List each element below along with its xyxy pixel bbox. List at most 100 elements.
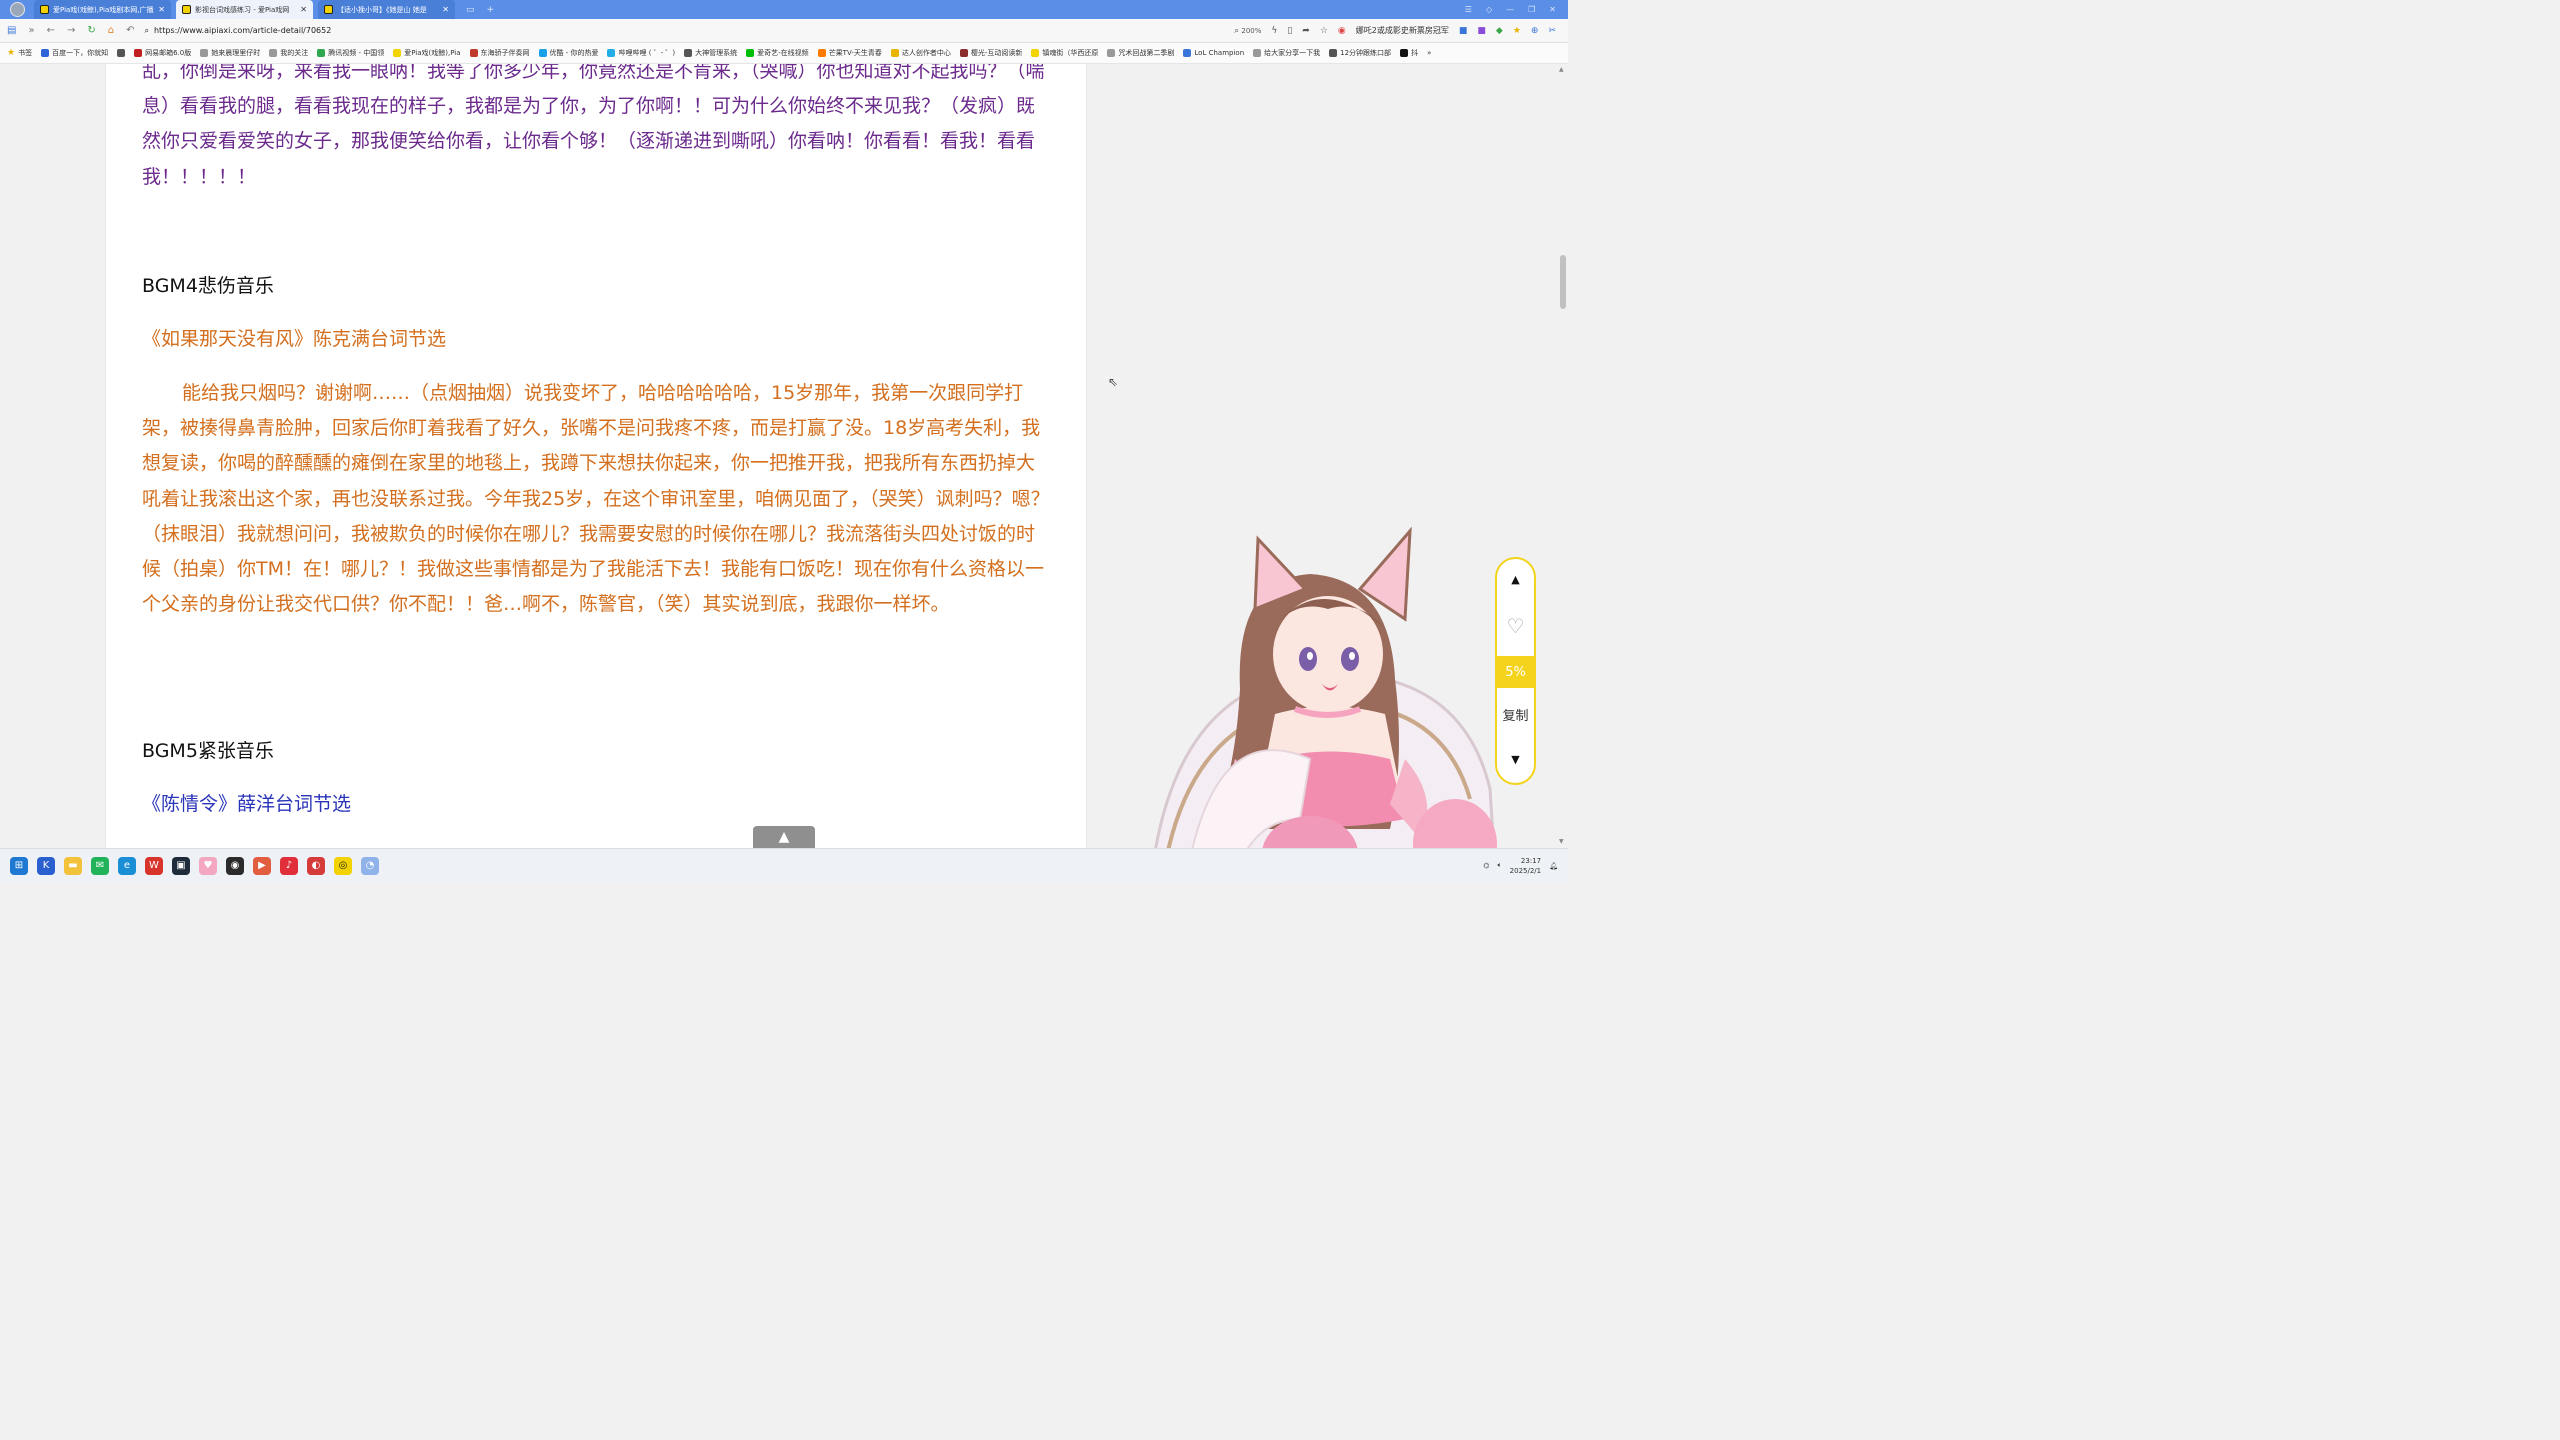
bookmark-item[interactable]: 爱奇艺-在线视频 (746, 48, 809, 58)
url-field[interactable]: ⌕ https://www.aipiaxi.com/article-detail… (145, 26, 332, 36)
like-heart-icon[interactable]: ♡ (1497, 614, 1534, 638)
expand-icon[interactable]: » (28, 25, 34, 36)
download-icon[interactable]: ⊕ (1531, 26, 1539, 36)
weibo-icon[interactable]: ◉ (1338, 26, 1346, 36)
home-icon[interactable]: ⌂ (108, 25, 114, 36)
pet-app-icon[interactable]: ♥ (199, 856, 217, 875)
lightning-icon[interactable]: ϟ (1271, 26, 1277, 36)
page-icon (1031, 49, 1040, 57)
bookmark-item[interactable]: 网易邮箱6.0版 (134, 48, 191, 58)
terminal-icon[interactable]: ▣ (172, 856, 190, 875)
bookmark-item[interactable]: 优酷 - 你的热爱 (538, 48, 598, 58)
back-icon[interactable]: ← (47, 25, 55, 36)
address-bar: ▤ » ← → ↻ ⌂ ↶ ⌕ https://www.aipiaxi.com/… (0, 19, 1568, 43)
reading-icon (959, 49, 968, 57)
collections-star-icon[interactable]: ★ (1513, 26, 1521, 36)
tab-title: 影视台词戏感练习 - 爱Pia戏网 (195, 5, 290, 14)
forward-icon[interactable]: → (67, 25, 75, 36)
edge-browser-icon[interactable]: e (118, 856, 136, 875)
bookmark-item[interactable]: 芒果TV-天生青春 (817, 48, 882, 58)
favorite-star-icon[interactable]: ☆ (1320, 26, 1328, 36)
notification-bell-icon[interactable]: 🔔︎ (1549, 862, 1558, 870)
bookmark-item[interactable]: 爱Pia戏(戏鲸),Pia (393, 48, 461, 58)
close-tab-icon[interactable]: ✕ (442, 5, 449, 14)
copy-button[interactable]: 复制 (1497, 705, 1534, 724)
new-tab-button[interactable]: + (481, 0, 501, 19)
scroll-arrow-down-icon[interactable]: ▼ (1559, 838, 1564, 845)
bookmark-item[interactable]: ★ 书签 (7, 48, 32, 58)
bookmark-item[interactable]: 12分钟跟练口部 (1329, 48, 1391, 58)
bookmark-item[interactable]: 抖 (1400, 48, 1418, 58)
bookmark-item[interactable]: 达人创作者中心 (890, 48, 951, 58)
mango-tv-icon (817, 49, 826, 57)
reader-mode-icon[interactable]: ▯ (1287, 26, 1292, 36)
aipiaxi-icon (393, 49, 402, 57)
close-window-icon[interactable]: ✕ (1549, 5, 1556, 14)
kugou-icon[interactable]: K (37, 856, 55, 875)
bookmark-item[interactable]: 东海骄子伴奏网 (469, 48, 530, 58)
netease-music-icon[interactable]: ♪ (280, 856, 298, 875)
scroll-down-button[interactable]: ▼ (1497, 753, 1534, 766)
translate-extension-icon[interactable]: ■ (1459, 26, 1468, 36)
bookmarks-overflow-icon[interactable]: » (1427, 49, 1431, 57)
bookmark-item[interactable]: 大神管理系统 (684, 48, 737, 58)
vertical-scrollbar[interactable]: ▲ ▼ (1558, 64, 1568, 848)
windows-start-icon[interactable]: ⊞ (10, 856, 28, 875)
sidebar-toggle-icon[interactable]: ▤ (7, 25, 16, 36)
skin-icon[interactable]: ◇ (1486, 5, 1492, 14)
windows-taskbar: ⊞ K ▬ ✉ e W ▣ ♥ ◉ ▶ ♪ ◐ ◎ ◔ ⌬ 🔈︎ 23:17 2… (0, 848, 1568, 882)
scroll-arrow-up-icon[interactable]: ▲ (1559, 66, 1564, 73)
minimize-icon[interactable]: — (1506, 5, 1514, 14)
close-tab-icon[interactable]: ✕ (300, 5, 307, 14)
lol-icon (1183, 49, 1192, 57)
iqiyi-icon (746, 49, 755, 57)
video-app-icon[interactable]: ▶ (253, 856, 271, 875)
browser-taskbar-icon[interactable]: ◔ (361, 856, 379, 875)
tab-1[interactable]: 爱Pia戏(戏鲸),Pia戏剧本网,广播剧 ✕ (34, 0, 171, 19)
tools-icon[interactable]: ✂ (1548, 26, 1556, 36)
close-tab-icon[interactable]: ✕ (158, 5, 165, 14)
bookmark-item[interactable]: 镇魂街（华西还原 (1031, 48, 1098, 58)
puzzle-extension-icon[interactable]: ◆ (1496, 26, 1503, 36)
mouse-cursor-icon: ⇖ (1108, 375, 1119, 389)
refresh-icon[interactable]: ↻ (87, 25, 95, 36)
menu-icon[interactable]: ☰ (1465, 5, 1472, 14)
bookmark-item[interactable]: 给大家分享一下我 (1253, 48, 1320, 58)
profile-avatar[interactable] (0, 0, 34, 19)
bookmark-item[interactable]: 我的关注 (269, 48, 308, 58)
bookmark-item[interactable]: 樱光-互动阅读新 (959, 48, 1022, 58)
bookmark-item[interactable]: LoL Champion (1183, 49, 1244, 57)
bookmark-item[interactable]: 她来晨理里仔时 (200, 48, 260, 58)
tab-3[interactable]: 【适小挽小哥】《她是山 她是 ✕ (318, 0, 455, 19)
bookmark-item[interactable]: 咒术回战第二季剧 (1107, 48, 1174, 58)
scrollbar-thumb[interactable] (1560, 255, 1566, 309)
bookmark-item[interactable]: 哔哩哔哩 ( ゜- ゜) (607, 48, 675, 58)
system-clock[interactable]: 23:17 2025/2/1 (1510, 856, 1541, 876)
game-app-icon[interactable]: ◉ (226, 856, 244, 875)
undo-close-icon[interactable]: ↶ (126, 25, 134, 36)
file-explorer-icon[interactable]: ▬ (64, 856, 82, 875)
news-ticker[interactable]: 娜吒2或成影史新票房冠军 (1356, 25, 1449, 36)
page-viewport: 乱，你倒是来呀，来看我一眼呐！我等了你多少年，你竟然还是不肯来，（哭喊）你也知道… (0, 64, 1568, 848)
wps-icon[interactable]: W (145, 856, 163, 875)
bookmark-item[interactable]: 百度一下，你就知 (41, 48, 108, 58)
intro-paragraph: 乱，你倒是来呀，来看我一眼呐！我等了你多少年，你竟然还是不肯来，（哭喊）你也知道… (142, 64, 1045, 188)
network-icon[interactable]: ⌬ (1483, 862, 1489, 870)
share-icon[interactable]: ➦ (1302, 26, 1310, 36)
globe-icon (1329, 49, 1338, 57)
tab-list-icon[interactable]: ▭ (460, 0, 481, 19)
live-app-icon[interactable]: ◐ (307, 856, 325, 875)
tab-2-active[interactable]: 影视台词戏感练习 - 爱Pia戏网 ✕ (176, 0, 313, 19)
zoom-indicator[interactable]: ⌕ 200% (1234, 26, 1261, 36)
wechat-icon[interactable]: ✉ (91, 856, 109, 875)
collapse-up-button[interactable]: ▲ (753, 826, 815, 848)
bookmark-item[interactable]: 腾讯视频 - 中国领 (317, 48, 384, 58)
netease-mail-icon (134, 49, 143, 57)
maximize-icon[interactable]: ❐ (1528, 5, 1535, 14)
scroll-up-button[interactable]: ▲ (1497, 573, 1534, 586)
aipiaxi-taskbar-icon[interactable]: ◎ (334, 856, 352, 875)
clock-time: 23:17 (1520, 856, 1542, 865)
edit-extension-icon[interactable]: ■ (1477, 26, 1486, 36)
volume-icon[interactable]: 🔈︎ (1497, 861, 1501, 870)
bookmark-item[interactable] (117, 49, 126, 57)
